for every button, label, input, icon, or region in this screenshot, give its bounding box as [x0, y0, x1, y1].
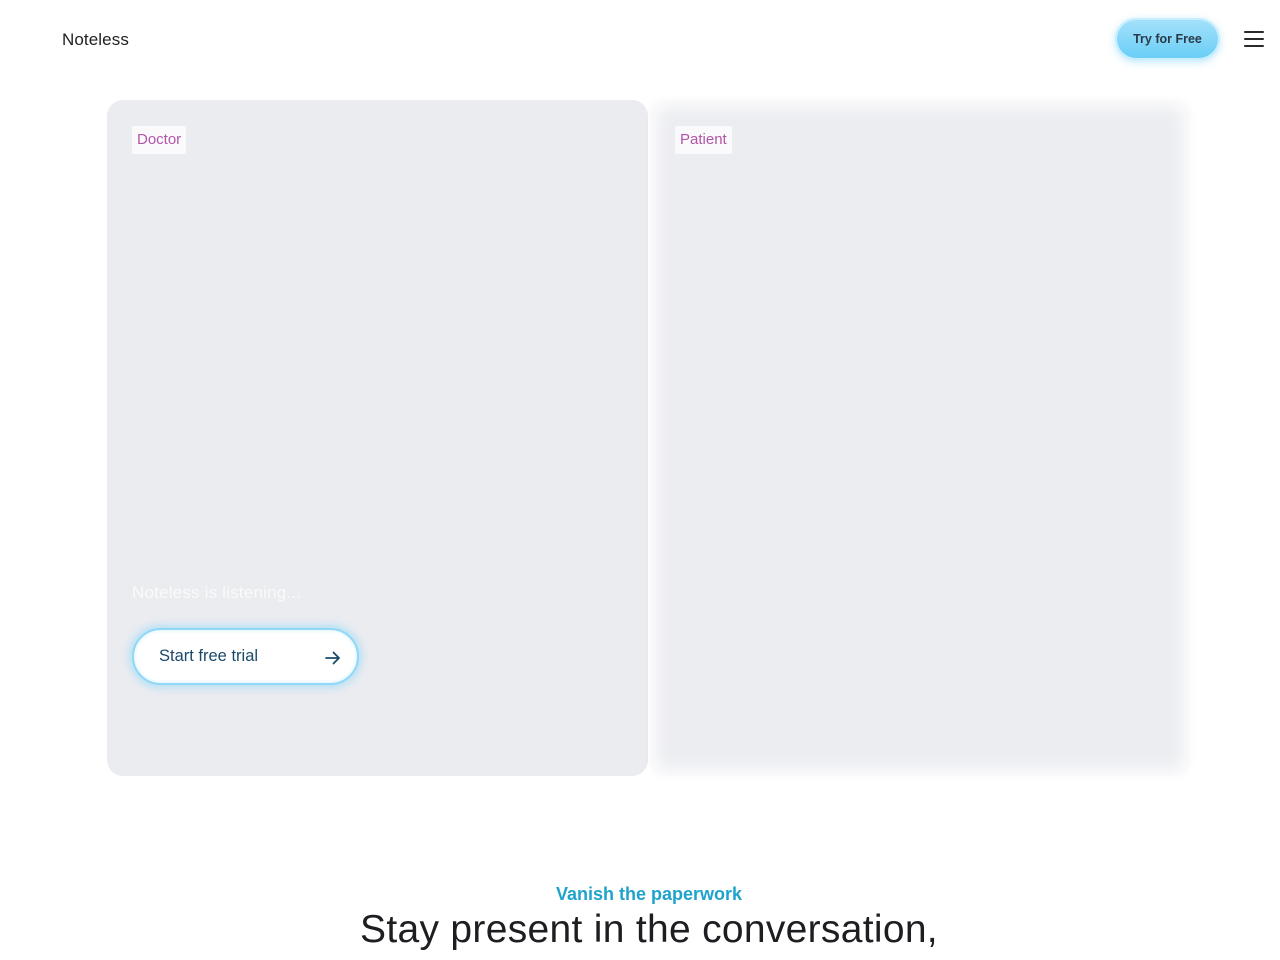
listening-status: Noteless is listening...: [132, 583, 302, 602]
menu-icon-bar: [1244, 38, 1264, 40]
try-for-free-button[interactable]: Try for Free: [1115, 18, 1220, 60]
menu-icon-bar: [1244, 31, 1264, 33]
logo[interactable]: Noteless: [62, 30, 129, 50]
patient-tag: Patient: [675, 126, 732, 154]
landing-page: Noteless Try for Free Doctor Noteless is…: [0, 0, 1280, 960]
doctor-panel: Doctor Noteless is listening... Start fr…: [107, 100, 648, 776]
hamburger-menu-icon[interactable]: [1244, 30, 1264, 48]
doctor-tag: Doctor: [132, 126, 187, 154]
section-kicker: Vanish the paperwork: [555, 884, 743, 904]
patient-panel: Patient: [650, 100, 1190, 776]
arrow-right-icon: [325, 651, 340, 665]
start-free-trial-button[interactable]: Start free trial: [132, 628, 359, 685]
section-headline: Stay present in the conversation,: [360, 908, 938, 951]
menu-icon-bar: [1244, 45, 1264, 47]
start-free-trial-label: Start free trial: [159, 647, 259, 665]
